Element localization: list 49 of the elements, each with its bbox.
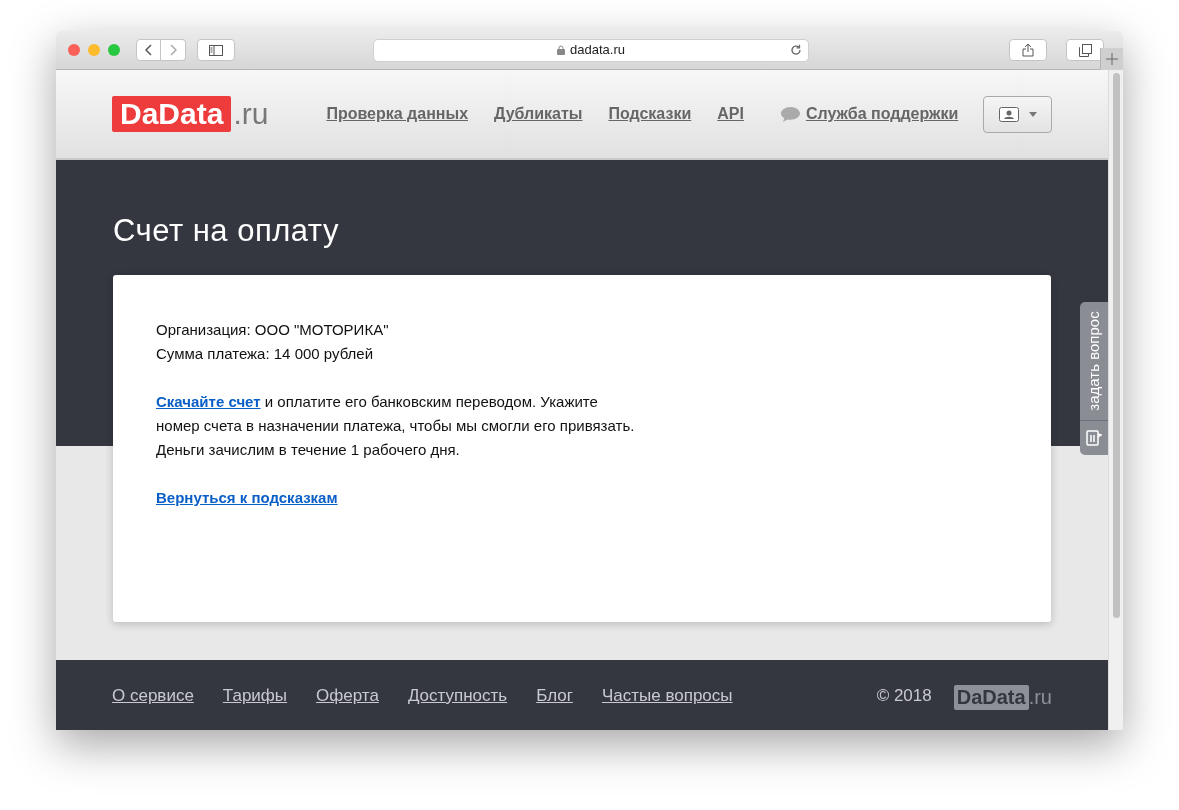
share-button[interactable] xyxy=(1009,39,1047,61)
footer-link[interactable]: О сервисе xyxy=(112,685,194,707)
zoom-window-button[interactable] xyxy=(108,44,120,56)
footer-link[interactable]: Оферта xyxy=(316,685,379,707)
logo-suffix[interactable]: .ru xyxy=(233,96,269,132)
nav-link[interactable]: Проверка данных xyxy=(326,102,469,126)
payment-instructions: Скачайте счет и оплатите его банковским переводом. Укажите номер счета в назначении платежа, чтобы мы смогли его привязать. Деньги зачислим в течение 1 рабочего дня. xyxy=(156,392,636,460)
tabs-button[interactable] xyxy=(1066,39,1104,61)
account-button[interactable] xyxy=(983,95,1052,133)
scrollbar-thumb[interactable] xyxy=(1112,73,1120,618)
page-title: Счет на оплату xyxy=(113,212,340,250)
address-bar[interactable]: dadata.ru xyxy=(373,38,809,62)
tabs-icon xyxy=(1078,43,1092,57)
support-link[interactable]: Служба поддержки xyxy=(805,102,959,126)
nav-link[interactable]: Подсказки xyxy=(608,102,692,126)
sidebar-icon xyxy=(209,44,223,56)
user-card-icon xyxy=(998,106,1019,122)
footer-logo-brand[interactable]: DaData xyxy=(953,685,1029,710)
close-window-button[interactable] xyxy=(68,44,80,56)
reload-icon[interactable] xyxy=(790,44,802,56)
forward-icon xyxy=(169,44,177,56)
plus-icon xyxy=(1106,53,1118,65)
footer-logo-suffix[interactable]: .ru xyxy=(1028,685,1052,710)
copyright-text: © 2018 xyxy=(876,685,932,707)
share-icon xyxy=(1022,43,1034,57)
minimize-window-button[interactable] xyxy=(88,44,100,56)
invoice-detail: Организация: ООО "МОТОРИКА" xyxy=(156,320,390,340)
new-tab-button[interactable] xyxy=(1100,48,1123,70)
speech-bubble-icon xyxy=(779,105,801,123)
back-icon xyxy=(145,44,152,56)
lock-icon xyxy=(557,45,566,55)
back-link[interactable]: Вернуться к подсказкам xyxy=(156,486,338,510)
note-icon xyxy=(1086,430,1102,446)
logo-brand[interactable]: DaData xyxy=(112,96,232,132)
forward-button[interactable] xyxy=(161,39,186,61)
invoice-detail: Сумма платежа: 14 000 рублей xyxy=(156,344,375,364)
footer-link[interactable]: Тарифы xyxy=(222,685,288,707)
caret-icon xyxy=(1028,111,1037,117)
feedback-tab[interactable]: задать вопрос xyxy=(1080,302,1108,455)
back-button[interactable] xyxy=(136,39,161,61)
feedback-tab-label: задать вопрос xyxy=(1085,311,1103,411)
download-invoice-link[interactable]: Скачайте счет xyxy=(156,393,261,410)
footer-link[interactable]: Блог xyxy=(536,685,573,707)
footer-link[interactable]: Доступность xyxy=(407,685,508,707)
footer-link[interactable]: Частые вопросы xyxy=(601,685,733,707)
url-text: dadata.ru xyxy=(570,41,625,60)
sidebar-button[interactable] xyxy=(197,39,235,61)
nav-link[interactable]: Дубликаты xyxy=(494,102,583,126)
nav-link[interactable]: API xyxy=(717,102,744,126)
